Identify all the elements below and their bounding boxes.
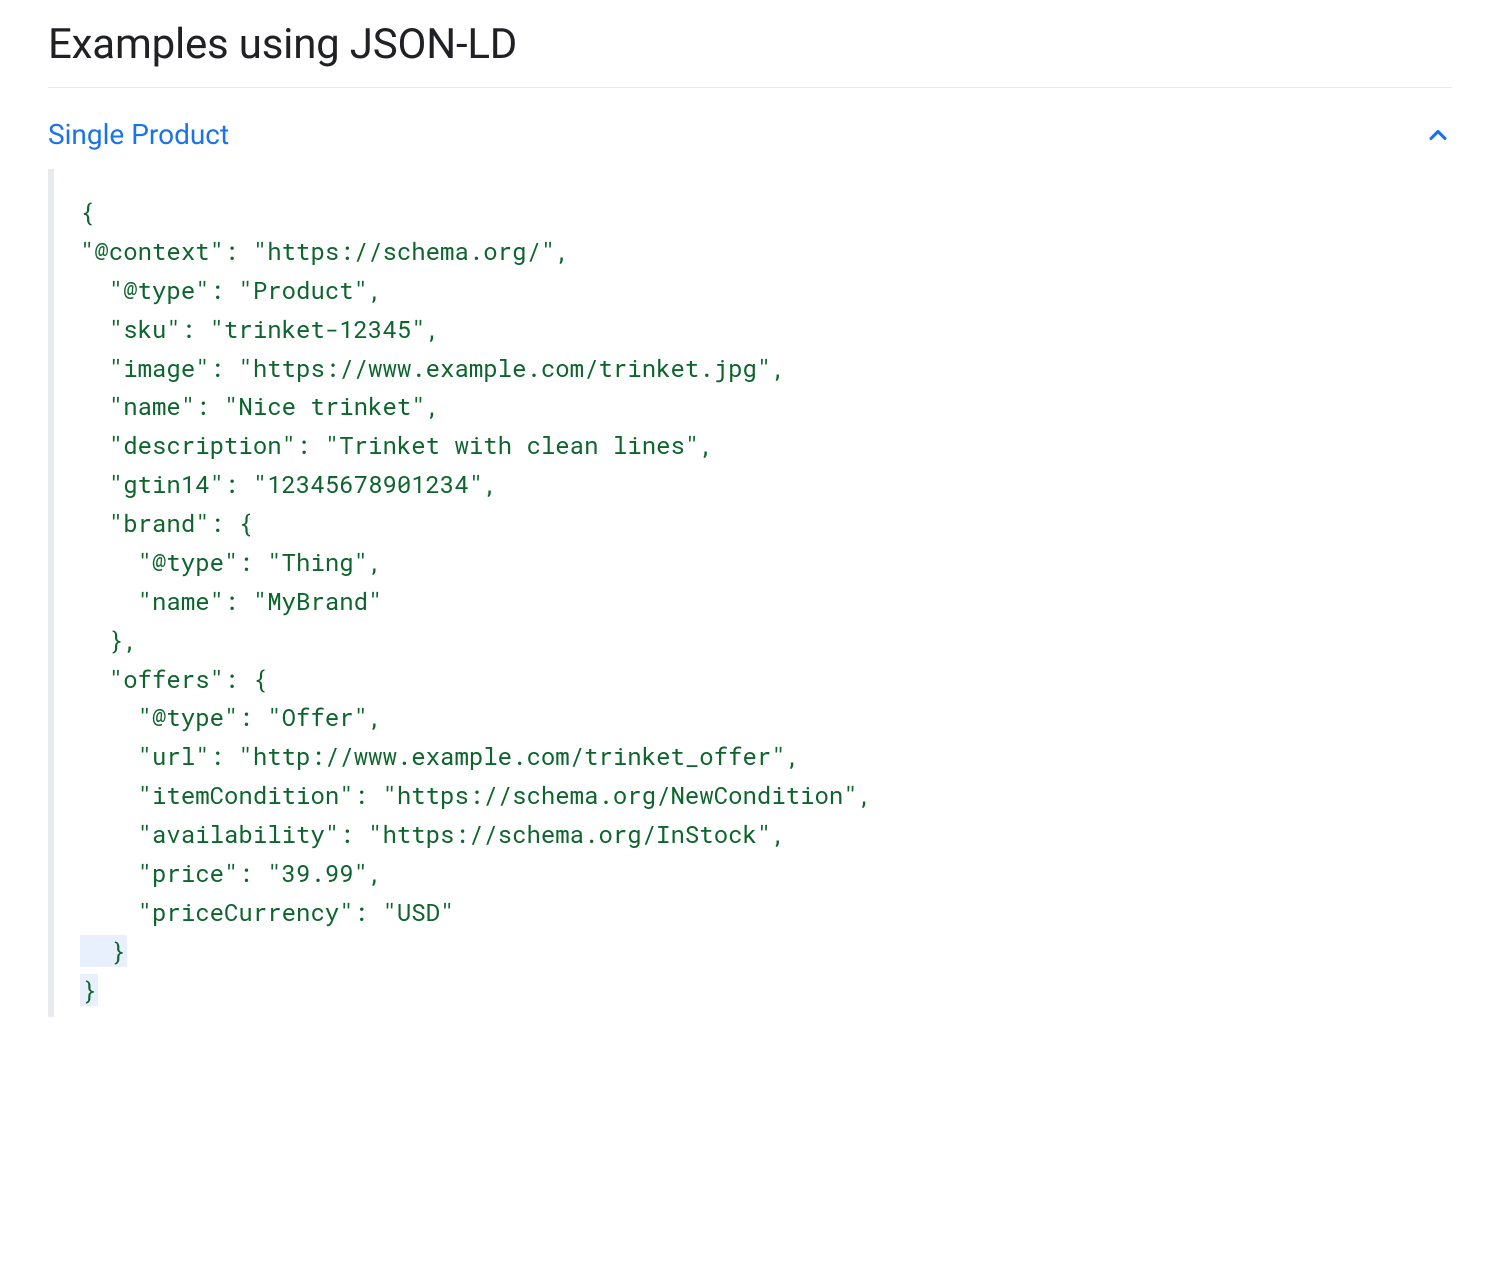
code-line-highlight: } bbox=[80, 974, 98, 1006]
code-line: "offers": { bbox=[80, 663, 267, 695]
accordion-title: Single Product bbox=[48, 118, 229, 151]
code-line: "price": "39.99", bbox=[80, 857, 382, 889]
code-line: "image": "https://www.example.com/trinke… bbox=[80, 352, 786, 384]
code-line: "priceCurrency": "USD" bbox=[80, 896, 454, 928]
code-line: "availability": "https://schema.org/InSt… bbox=[80, 818, 786, 850]
code-line: "gtin14": "12345678901234", bbox=[80, 468, 498, 500]
code-line: "brand": { bbox=[80, 507, 253, 539]
code-block: { "@context": "https://schema.org/", "@t… bbox=[48, 169, 1452, 1017]
code-line: "description": "Trinket with clean lines… bbox=[80, 429, 714, 461]
code-line: "url": "http://www.example.com/trinket_o… bbox=[80, 740, 800, 772]
code-line: "sku": "trinket-12345", bbox=[80, 313, 440, 345]
page: Examples using JSON-LD Single Product { … bbox=[0, 0, 1500, 1276]
chevron-up-icon bbox=[1424, 121, 1452, 149]
code-line: }, bbox=[80, 624, 138, 656]
code-line-highlight: } bbox=[80, 935, 127, 967]
code-line: "itemCondition": "https://schema.org/New… bbox=[80, 779, 872, 811]
code-line: "@type": "Thing", bbox=[80, 546, 382, 578]
code-line: "name": "Nice trinket", bbox=[80, 390, 440, 422]
code-line: "name": "MyBrand" bbox=[80, 585, 382, 617]
accordion-header[interactable]: Single Product bbox=[48, 106, 1452, 169]
section-heading: Examples using JSON-LD bbox=[48, 20, 1452, 88]
code-line: "@type": "Product", bbox=[80, 274, 382, 306]
code-line: "@type": "Offer", bbox=[80, 701, 382, 733]
code-line: "@context": "https://schema.org/", bbox=[80, 235, 570, 267]
code-line: { bbox=[80, 196, 94, 228]
